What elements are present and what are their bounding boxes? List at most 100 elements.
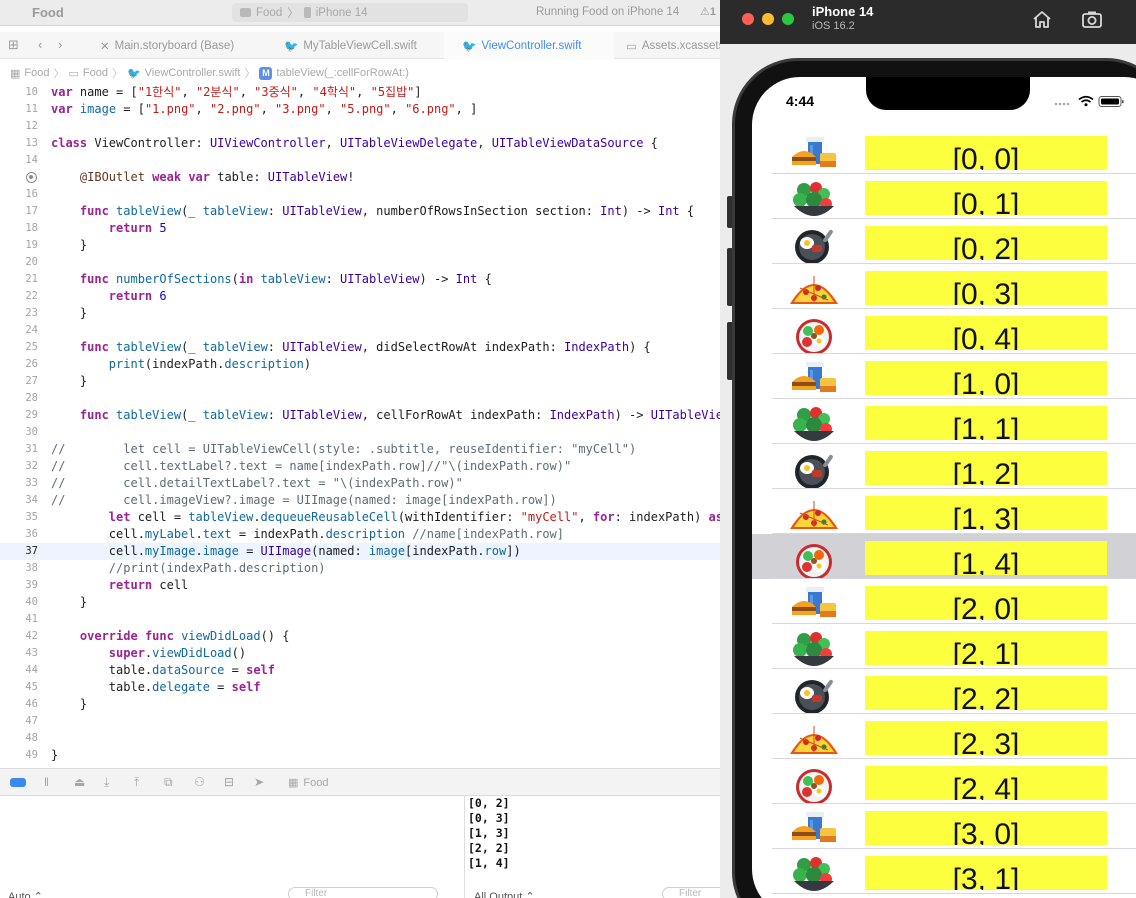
code-line[interactable]: 36 cell.myLabel.text = indexPath.descrip… bbox=[0, 526, 760, 543]
table-row[interactable]: [2, 3] bbox=[752, 714, 1136, 759]
code-line[interactable]: 40 } bbox=[0, 594, 760, 611]
code-line[interactable]: 43 super.viewDidLoad() bbox=[0, 645, 760, 662]
line-number[interactable]: 48 bbox=[0, 730, 38, 747]
line-number[interactable]: 35 bbox=[0, 509, 38, 526]
line-number[interactable]: 42 bbox=[0, 628, 38, 645]
breadcrumb-item[interactable]: tableView(_:cellForRowAt:) bbox=[276, 67, 408, 79]
code-line[interactable]: 29 func tableView(_ tableView: UITableVi… bbox=[0, 407, 760, 424]
line-number[interactable]: 36 bbox=[0, 526, 38, 543]
line-number[interactable]: 49 bbox=[0, 747, 38, 764]
pause-icon[interactable]: ‖ bbox=[44, 775, 49, 789]
table-row[interactable]: [1, 4] bbox=[752, 534, 1136, 579]
line-number[interactable]: 16 bbox=[0, 186, 38, 203]
code-line[interactable]: 33 // cell.detailTextLabel?.text = "\(ind… bbox=[0, 475, 760, 492]
table-row[interactable]: [0, 4] bbox=[752, 309, 1136, 354]
breadcrumb-item[interactable]: Food bbox=[24, 67, 49, 79]
code-line[interactable]: 44 table.dataSource = self bbox=[0, 662, 760, 679]
line-number[interactable]: 44 bbox=[0, 662, 38, 679]
table-row[interactable]: [2, 2] bbox=[752, 669, 1136, 714]
table-row[interactable]: [1, 0] bbox=[752, 354, 1136, 399]
line-number[interactable]: 19 bbox=[0, 237, 38, 254]
environment-icon[interactable]: ⊟ bbox=[224, 775, 234, 789]
code-line[interactable]: 46 } bbox=[0, 696, 760, 713]
code-line[interactable]: 13 class ViewController: UIViewController… bbox=[0, 135, 760, 152]
console-output-select[interactable]: All Output ⌃ bbox=[474, 890, 535, 898]
code-line[interactable]: 45 table.delegate = self bbox=[0, 679, 760, 696]
line-number[interactable]: 27 bbox=[0, 373, 38, 390]
line-number[interactable]: 24 bbox=[0, 322, 38, 339]
scheme-selector[interactable]: Food 〉 iPhone 14 bbox=[232, 3, 468, 22]
code-line[interactable]: 38 //print(indexPath.description) bbox=[0, 560, 760, 577]
line-number[interactable]: 34 bbox=[0, 492, 38, 509]
line-number[interactable]: 29 bbox=[0, 407, 38, 424]
breadcrumb-item[interactable]: ViewController.swift bbox=[145, 67, 241, 79]
code-line[interactable]: 24 bbox=[0, 322, 760, 339]
line-number[interactable]: 43 bbox=[0, 645, 38, 662]
table-row[interactable]: [2, 4] bbox=[752, 759, 1136, 804]
code-line[interactable]: 41 bbox=[0, 611, 760, 628]
line-number[interactable]: 11 bbox=[0, 101, 38, 118]
line-number[interactable]: 12 bbox=[0, 118, 38, 135]
close-icon[interactable]: ✕ bbox=[100, 39, 110, 53]
code-line[interactable]: 14 bbox=[0, 152, 760, 169]
close-window-button[interactable] bbox=[742, 13, 754, 25]
code-line[interactable]: 30 bbox=[0, 424, 760, 441]
line-number[interactable]: 32 bbox=[0, 458, 38, 475]
variables-filter-input[interactable]: Filter bbox=[288, 887, 438, 898]
line-number[interactable]: 41 bbox=[0, 611, 38, 628]
table-row[interactable]: [1, 3] bbox=[752, 489, 1136, 534]
line-number[interactable]: 30 bbox=[0, 424, 38, 441]
code-line[interactable]: 28 bbox=[0, 390, 760, 407]
line-number[interactable]: 17 bbox=[0, 203, 38, 220]
code-line[interactable]: 12 bbox=[0, 118, 760, 135]
home-icon[interactable] bbox=[1030, 8, 1054, 30]
line-number[interactable]: 38 bbox=[0, 560, 38, 577]
code-line[interactable]: 18 return 5 bbox=[0, 220, 760, 237]
line-number[interactable]: 22 bbox=[0, 288, 38, 305]
line-number[interactable]: 18 bbox=[0, 220, 38, 237]
back-arrow-icon[interactable]: ‹ bbox=[38, 37, 42, 52]
step-over-icon[interactable]: ⏏ bbox=[74, 775, 85, 789]
code-line[interactable]: 39 return cell bbox=[0, 577, 760, 594]
debug-area-toggle-icon[interactable] bbox=[10, 778, 26, 787]
table-row[interactable]: [2, 0] bbox=[752, 579, 1136, 624]
tab-main-storyboard[interactable]: ✕ Main.storyboard (Base) bbox=[100, 32, 260, 59]
code-line[interactable]: 48 bbox=[0, 730, 760, 747]
minimize-window-button[interactable] bbox=[762, 13, 774, 25]
line-number[interactable]: 46 bbox=[0, 696, 38, 713]
memory-graph-icon[interactable]: ⚇ bbox=[194, 775, 205, 789]
code-line[interactable]: 10 var name = ["1한식", "2분식", "3중식", "4학식"… bbox=[0, 84, 760, 101]
table-row[interactable]: [1, 2] bbox=[752, 444, 1136, 489]
table-row[interactable]: [2, 1] bbox=[752, 624, 1136, 669]
location-icon[interactable]: ➤ bbox=[254, 775, 264, 789]
code-line[interactable]: 34 // cell.imageView?.image = UIImage(nam… bbox=[0, 492, 760, 509]
code-line[interactable]: 35 let cell = tableView.dequeueReusableC… bbox=[0, 509, 760, 526]
code-line[interactable]: 47 bbox=[0, 713, 760, 730]
table-row[interactable]: [0, 3] bbox=[752, 264, 1136, 309]
line-number[interactable]: 26 bbox=[0, 356, 38, 373]
code-line[interactable]: 20 bbox=[0, 254, 760, 271]
line-number[interactable]: 45 bbox=[0, 679, 38, 696]
code-line[interactable]: 42 override func viewDidLoad() { bbox=[0, 628, 760, 645]
table-row[interactable]: [3, 0] bbox=[752, 804, 1136, 849]
code-line[interactable]: 32 // cell.textLabel?.text = name[indexPa… bbox=[0, 458, 760, 475]
code-line[interactable]: 31 // let cell = UITableViewCell(style: .… bbox=[0, 441, 760, 458]
zoom-window-button[interactable] bbox=[782, 13, 794, 25]
table-row[interactable]: [0, 2] bbox=[752, 219, 1136, 264]
variables-scope-select[interactable]: Auto ⌃ bbox=[8, 890, 43, 898]
grid-icon[interactable]: ⊞ bbox=[8, 37, 19, 53]
debug-target[interactable]: ▦ Food bbox=[288, 776, 328, 790]
outlet-connection-icon[interactable] bbox=[26, 172, 37, 183]
code-line[interactable]: 22 return 6 bbox=[0, 288, 760, 305]
table-view[interactable]: [0, 0] [0, 1] [0, 2] [0, 3] [0, 4] [1, 0] [1, … bbox=[752, 129, 1136, 898]
code-line[interactable]: 49} bbox=[0, 747, 760, 764]
line-number[interactable]: 47 bbox=[0, 713, 38, 730]
code-line[interactable]: 15 @IBOutlet weak var table: UITableView… bbox=[0, 169, 760, 186]
line-number[interactable]: 21 bbox=[0, 271, 38, 288]
warning-icon[interactable]: ⚠1 bbox=[700, 5, 716, 18]
line-number[interactable]: 33 bbox=[0, 475, 38, 492]
line-number[interactable]: 13 bbox=[0, 135, 38, 152]
line-number[interactable]: 25 bbox=[0, 339, 38, 356]
code-line[interactable]: 26 print(indexPath.description) bbox=[0, 356, 760, 373]
step-into-icon[interactable]: ⤓ bbox=[104, 775, 109, 790]
